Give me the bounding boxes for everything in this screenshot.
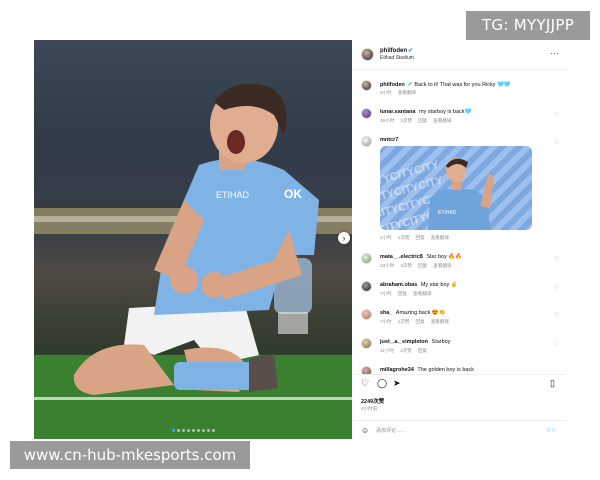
avatar[interactable] [361,108,372,119]
translate-link[interactable]: 查看翻译 [433,263,451,268]
comment-username[interactable]: just_.a._simpleton [380,339,428,345]
comment-username[interactable]: philfoden [380,82,405,88]
comment-meta: 23小时 3次赞 回复 查看翻译 [380,263,452,268]
like-count[interactable]: 2249次赞 [361,397,384,405]
comments-panel: philfoden✔ Etihad Stadium ··· philfoden ✔… [352,40,566,439]
comment-meta: 7小时 1次赞 回复 查看翻译 [380,319,450,324]
avatar[interactable] [361,80,372,91]
translate-link[interactable]: 查看翻译 [398,90,416,95]
heart-icon[interactable]: ♡ [554,139,559,146]
emoji-icon[interactable]: ☺ [361,426,369,435]
svg-text:ETIHAD: ETIHAD [216,190,250,200]
avatar[interactable] [361,253,372,264]
carousel-dots [172,429,215,432]
sticker-graphic: CITYCITYCITY CITYCITYCITY CITYCITYCITY C… [380,158,494,230]
post-photo[interactable]: OK ETIHAD › [34,40,352,439]
avatar[interactable] [361,48,374,61]
comment-meta: 11小时 1次赞 回复 [380,348,427,353]
heart-icon[interactable]: ♡ [554,256,559,263]
translate-link[interactable]: 查看翻译 [413,291,431,296]
comment-text: Amazing back 😍👏 [395,310,446,316]
next-image-button[interactable]: › [338,232,350,244]
reply-link[interactable]: 回复 [416,235,425,240]
comment-input[interactable]: 添加评论…… [376,427,406,434]
comment-text: The golden boy is back [417,367,474,373]
reply-link[interactable]: 回复 [418,118,427,123]
reply-link[interactable]: 回复 [418,263,427,268]
avatar[interactable] [361,281,372,292]
translate-link[interactable]: 查看翻译 [431,235,449,240]
comment-username[interactable]: mntcr7 [380,137,398,143]
send-icon[interactable]: ➤ [393,379,401,388]
add-comment-bar: ☺ 添加评论…… 发布 [352,420,566,439]
comment-username[interactable]: millagrohe34 [380,367,414,373]
comment-meta: 19小时 2次赞 回复 查看翻译 [380,118,452,123]
heart-icon[interactable]: ♡ [554,312,559,319]
watermark-bottom: www.cn-hub-mkesports.com [10,441,250,469]
svg-text:ETIHAD: ETIHAD [438,210,457,216]
comment-username[interactable]: mata__.electric8 [380,254,423,260]
more-horizontal-icon[interactable]: ··· [550,49,560,58]
comment-icon[interactable]: ◯ [377,379,387,388]
heart-icon[interactable]: ♡ [554,341,559,348]
comment-username[interactable]: sha_ [380,310,393,316]
translate-link[interactable]: 查看翻译 [431,319,449,324]
heart-icon[interactable]: ♡ [554,111,559,118]
comment-text: Starboy [431,339,451,345]
heart-icon[interactable]: ♡ [554,284,559,291]
verified-icon: ✔ [408,48,414,54]
comment-text: My star boy ✌️ [420,282,458,288]
comment-item: millagrohe34 The golden boy is back [352,366,566,374]
comment-meta: 7小时 回复 查看翻译 [380,291,432,296]
comment-username[interactable]: abraham.obas [380,282,417,288]
reply-link[interactable]: 回复 [418,348,427,353]
verified-icon: ✔ [407,82,413,88]
avatar[interactable] [361,338,372,349]
bookmark-icon[interactable]: ▯ [550,379,555,388]
post-username[interactable]: philfoden✔ [380,47,413,54]
reply-link[interactable]: 回复 [416,319,425,324]
watermark-top: TG: MYYJJPP [466,11,590,40]
post-location[interactable]: Etihad Stadium [380,55,414,61]
comment-meta: 4小时 查看翻译 [380,90,417,95]
comment-text: Star boy 🔥🔥 [426,254,463,260]
comment-text: Back to it! That was for you Ricky 🩵🩵 [414,82,511,88]
svg-text:OK: OK [284,187,302,201]
avatar[interactable] [361,309,372,320]
comment-text: my starboy is back🩵 [419,109,472,115]
comment-sticker-image[interactable]: CITYCITYCITY CITYCITYCITY CITYCITYCITY C… [380,146,532,230]
reply-link[interactable]: 回复 [398,291,407,296]
post-header: philfoden✔ Etihad Stadium ··· [352,40,566,70]
heart-icon[interactable]: ♡ [361,379,369,388]
player-celebration-image: OK ETIHAD [34,40,352,439]
comment-username[interactable]: lunar.santana [380,109,415,115]
username-text[interactable]: philfoden [380,48,407,54]
avatar[interactable] [361,366,372,374]
post-actions-bar: ♡ ◯ ➤ ▯ [352,374,566,390]
comment-meta: 4小时 1次赞 回复 查看翻译 [380,235,450,240]
post-comment-button[interactable]: 发布 [546,427,556,434]
avatar[interactable] [361,136,372,147]
post-time: 4小时前 [361,406,378,411]
translate-link[interactable]: 查看翻译 [433,118,451,123]
